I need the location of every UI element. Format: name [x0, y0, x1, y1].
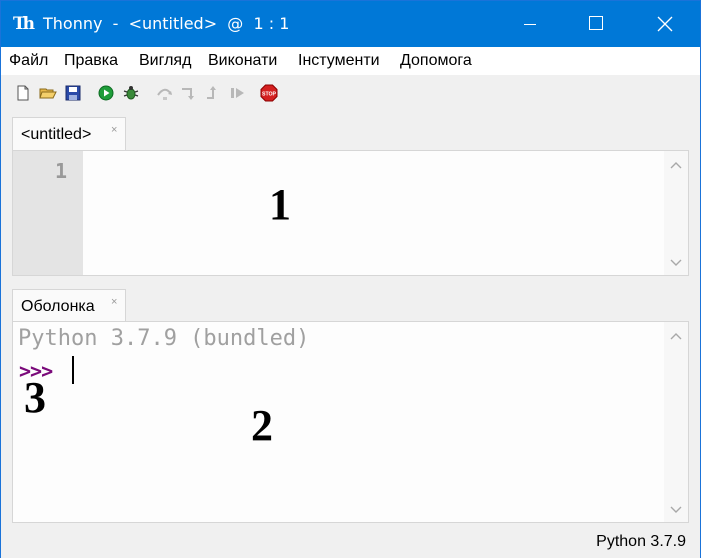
toolbar: STOP	[1, 75, 700, 111]
shell-scroll-up-icon[interactable]	[669, 330, 683, 344]
menu-tools[interactable]: Інстументи	[298, 47, 380, 75]
bug-icon	[123, 86, 139, 100]
shell-scroll-down-icon[interactable]	[669, 502, 683, 516]
open-file-button[interactable]	[38, 83, 58, 103]
new-file-icon	[17, 85, 29, 101]
shell-annotation-marker: 2	[251, 401, 273, 450]
tab-untitled[interactable]: <untitled> ×	[12, 117, 126, 150]
run-button[interactable]	[96, 83, 116, 103]
close-shell-tab-icon[interactable]: ×	[111, 295, 117, 309]
menu-bar: Файл Правка Вигляд Виконати Інстументи Д…	[1, 47, 700, 75]
close-icon	[657, 16, 673, 32]
shell-tab-label: Оболонка	[21, 298, 95, 315]
editor-annotation-marker: 1	[269, 180, 291, 229]
menu-run[interactable]: Виконати	[208, 47, 277, 75]
menu-file[interactable]: Файл	[9, 47, 48, 75]
close-tab-icon[interactable]: ×	[111, 123, 117, 137]
prompt-annotation-marker: 3	[24, 373, 46, 422]
editor-tab-label: <untitled>	[21, 126, 92, 143]
close-button[interactable]	[641, 1, 687, 47]
stop-button[interactable]: STOP	[259, 83, 279, 103]
save-file-button[interactable]	[63, 83, 83, 103]
menu-help[interactable]: Допомога	[400, 47, 472, 75]
scroll-up-icon[interactable]	[669, 159, 683, 173]
step-into-button[interactable]	[179, 83, 199, 103]
step-over-icon	[157, 88, 172, 100]
interpreter-status[interactable]: Python 3.7.9	[596, 526, 686, 558]
thonny-window: Th Thonny - <untitled> @ 1 : 1 Файл Прав…	[0, 0, 701, 558]
step-over-button[interactable]	[155, 83, 175, 103]
step-out-icon	[207, 86, 216, 99]
status-bar: Python 3.7.9	[1, 526, 700, 558]
step-into-icon	[182, 88, 194, 100]
menu-edit[interactable]: Правка	[64, 47, 118, 75]
minimize-button[interactable]	[507, 1, 553, 47]
thonny-logo-icon: Th	[13, 14, 35, 34]
shell-panel[interactable]: Python 3.7.9 (bundled) >>>	[12, 321, 689, 523]
maximize-icon	[589, 16, 603, 30]
save-disk-icon	[65, 85, 81, 101]
resume-button[interactable]	[227, 83, 247, 103]
stop-label: STOP	[262, 91, 277, 97]
debug-button[interactable]	[121, 83, 141, 103]
line-number-gutter: 1	[13, 151, 83, 275]
maximize-button[interactable]	[573, 1, 619, 47]
window-title: Thonny - <untitled> @ 1 : 1	[43, 14, 290, 33]
step-out-button[interactable]	[203, 83, 223, 103]
shell-scrollbar[interactable]	[664, 322, 688, 522]
menu-view[interactable]: Вигляд	[139, 47, 191, 75]
title-bar: Th Thonny - <untitled> @ 1 : 1	[1, 1, 700, 47]
stop-sign-icon: STOP	[260, 84, 278, 102]
new-file-button[interactable]	[13, 83, 33, 103]
resume-icon	[231, 88, 244, 98]
scroll-down-icon[interactable]	[669, 255, 683, 269]
line-number: 1	[54, 159, 67, 183]
minimize-icon	[524, 24, 536, 25]
run-icon	[98, 85, 114, 101]
python-banner: Python 3.7.9 (bundled)	[18, 326, 310, 351]
editor-scrollbar[interactable]	[664, 151, 688, 275]
code-editor[interactable]: 1	[12, 150, 689, 276]
text-cursor	[72, 356, 74, 384]
open-folder-icon	[39, 88, 57, 99]
tab-shell[interactable]: Оболонка ×	[12, 289, 126, 322]
